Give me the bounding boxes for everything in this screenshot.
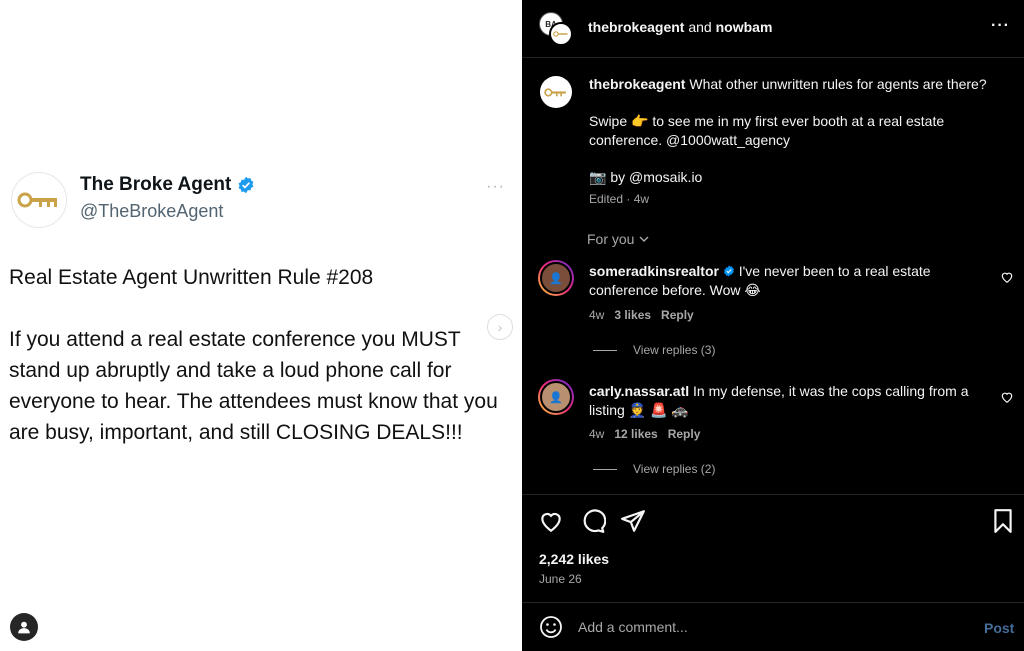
broke-agent-logo-avatar [11, 172, 67, 228]
add-comment-row: Post [522, 602, 1024, 651]
tweet-more-icon: ··· [486, 178, 505, 195]
comment-avatar[interactable]: 👤 [538, 379, 574, 415]
tweet-handle: @TheBrokeAgent [80, 201, 224, 221]
avatar-photo: 👤 [540, 262, 572, 294]
add-comment-input[interactable] [578, 615, 958, 639]
post-header: BA thebrokeagent and nowbam ··· [522, 0, 1024, 58]
avatar-secondary[interactable] [549, 22, 573, 46]
share-paper-plane-icon[interactable] [620, 508, 646, 534]
comment-like-heart-icon[interactable] [1000, 270, 1014, 284]
tweet-text: Real Estate Agent Unwritten Rule #208 If… [9, 266, 498, 444]
reply-button[interactable]: Reply [661, 308, 694, 322]
tweet-display-name: The Broke Agent [80, 174, 255, 196]
comment-username[interactable]: carly.nassar.atl [589, 383, 689, 399]
caption-text: What other unwritten rules for agents ar… [689, 76, 987, 92]
comment-time: 4w [589, 308, 605, 322]
post-action-bar [538, 508, 1016, 536]
tagged-user-icon[interactable] [10, 613, 38, 641]
view-replies-button[interactable]: View replies (2) [593, 462, 715, 476]
comment-meta: 4w 12 likes Reply [589, 427, 700, 441]
post-side-panel: BA thebrokeagent and nowbam ··· thebroke… [522, 0, 1024, 651]
caption-line-3: 📷 by @mosaik.io [589, 169, 703, 185]
caption: thebrokeagent What other unwritten rules… [589, 75, 1009, 187]
caption-edited-time: Edited · 4w [589, 192, 650, 206]
header-title: thebrokeagent and nowbam [588, 19, 772, 35]
header-user-2[interactable]: nowbam [716, 19, 773, 35]
comment-meta: 4w 3 likes Reply [589, 308, 694, 322]
comment-likes[interactable]: 12 likes [614, 427, 657, 441]
post-media: The Broke Agent @TheBrokeAgent ··· Real … [0, 0, 522, 651]
view-replies-label: View replies (3) [633, 343, 716, 357]
verified-badge-icon [237, 176, 255, 194]
emoji-smiley-icon[interactable] [539, 615, 563, 639]
chevron-down-icon [639, 236, 649, 242]
view-replies-button[interactable]: View replies (3) [593, 343, 715, 357]
caption-avatar[interactable] [540, 76, 572, 108]
comment-username[interactable]: someradkinsrealtor [589, 263, 719, 279]
comment-time: 4w [589, 427, 605, 441]
replies-divider [593, 468, 617, 470]
like-count[interactable]: 2,242 likes [539, 551, 609, 567]
view-replies-label: View replies (2) [633, 462, 716, 476]
header-connector: and [688, 19, 712, 35]
reply-button[interactable]: Reply [668, 427, 701, 441]
comment-sort-dropdown[interactable]: For you [587, 231, 650, 247]
avatar-photo: 👤 [540, 381, 572, 413]
comment-likes[interactable]: 3 likes [614, 308, 651, 322]
comment-like-heart-icon[interactable] [1000, 390, 1014, 404]
replies-divider [593, 349, 617, 351]
caption-username[interactable]: thebrokeagent [589, 76, 685, 92]
divider [522, 494, 1024, 495]
comment-bubble-icon[interactable] [580, 508, 606, 534]
like-heart-icon[interactable] [538, 508, 564, 534]
post-date: June 26 [539, 572, 582, 586]
comment-text-block: someradkinsrealtor I've never been to a … [589, 262, 984, 300]
verified-badge-icon [723, 265, 734, 277]
comment-text-block: carly.nassar.atl In my defense, it was t… [589, 382, 984, 420]
post-comment-button[interactable]: Post [984, 620, 1014, 636]
next-slide-arrow-icon[interactable]: › [487, 314, 513, 340]
comment-avatar[interactable]: 👤 [538, 260, 574, 296]
save-bookmark-icon[interactable] [990, 508, 1016, 534]
for-you-label: For you [587, 231, 635, 247]
caption-line-2: Swipe 👉 to see me in my first ever booth… [589, 113, 945, 148]
tweet-display-name-text: The Broke Agent [80, 174, 232, 195]
header-user-1[interactable]: thebrokeagent [588, 19, 684, 35]
more-options-icon[interactable]: ··· [991, 17, 1010, 35]
